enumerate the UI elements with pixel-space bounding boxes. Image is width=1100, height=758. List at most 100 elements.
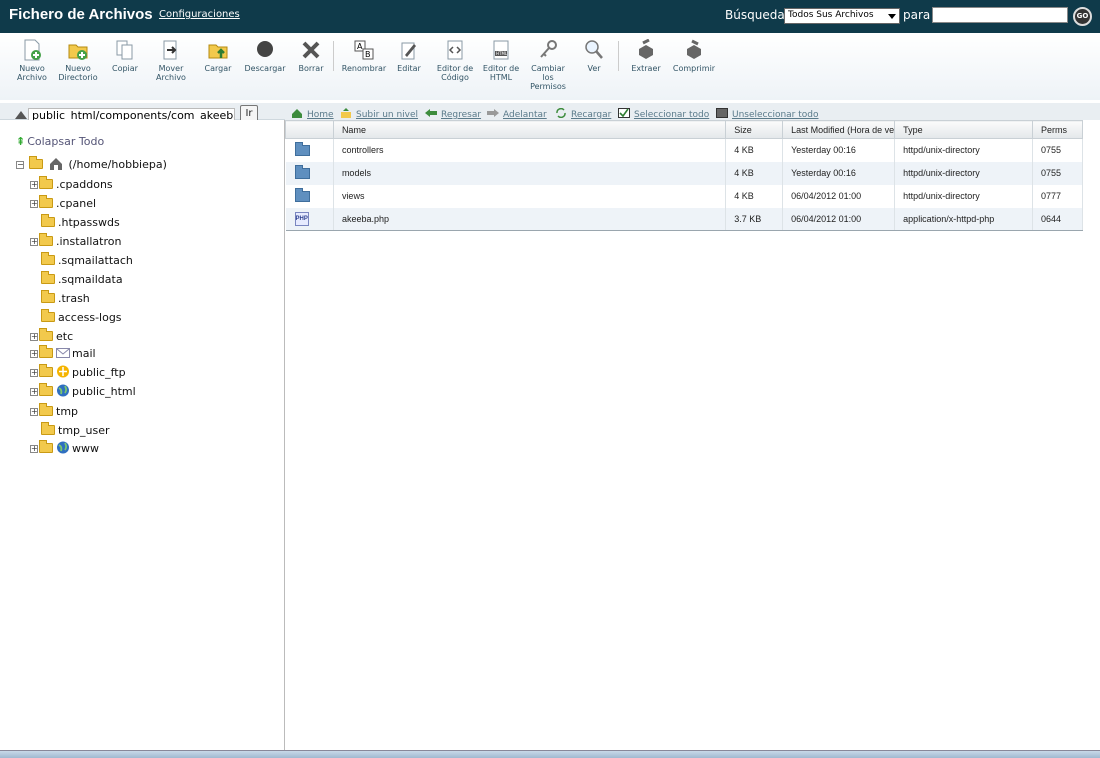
folder-icon: [39, 345, 53, 358]
perms-column-header[interactable]: Perms: [1032, 120, 1083, 139]
change-permissions-button[interactable]: Cambiar los Permisos: [527, 39, 569, 91]
name-cell[interactable]: akeeba.php: [333, 207, 727, 231]
upload-button[interactable]: Cargar: [201, 39, 235, 73]
go-button[interactable]: GO: [1073, 7, 1092, 26]
expand-toggle-icon[interactable]: +: [30, 388, 38, 396]
forward-link[interactable]: Adelantar: [487, 108, 547, 120]
tree-item-mail[interactable]: + mail: [30, 345, 96, 360]
tree-item-sqmaildata[interactable]: .sqmaildata: [41, 271, 123, 286]
perms-cell[interactable]: 0777: [1032, 184, 1083, 208]
table-row[interactable]: models 4 KB Yesterday 00:16 httpd/unix-d…: [285, 161, 1083, 185]
app-title: Fichero de Archivos: [9, 6, 153, 23]
home-link[interactable]: Home: [291, 108, 334, 120]
search-input[interactable]: [932, 7, 1068, 23]
folder-icon: [39, 440, 53, 453]
table-row[interactable]: controllers 4 KB Yesterday 00:16 httpd/u…: [285, 138, 1083, 162]
tree-item-cpaddons[interactable]: + .cpaddons: [30, 176, 113, 191]
size-column-header[interactable]: Size: [725, 120, 784, 139]
settings-link[interactable]: Configuraciones: [159, 9, 240, 20]
tree-item-tmp[interactable]: + tmp: [30, 403, 78, 418]
extract-button[interactable]: Extraer: [627, 39, 665, 73]
back-link[interactable]: Regresar: [425, 108, 481, 120]
expand-toggle-icon[interactable]: +: [30, 369, 38, 377]
tree-item-trash[interactable]: .trash: [41, 290, 90, 305]
copy-button[interactable]: Copiar: [108, 39, 142, 73]
new-file-button[interactable]: Nuevo Archivo: [13, 39, 51, 82]
type-column-header[interactable]: Type: [894, 120, 1033, 139]
tree-item-access-logs[interactable]: access-logs: [41, 309, 122, 324]
extract-icon: [639, 39, 653, 59]
name-cell[interactable]: views: [333, 184, 727, 208]
tree-item-sqmailattach[interactable]: .sqmailattach: [41, 252, 133, 267]
perms-cell[interactable]: 0644: [1032, 207, 1083, 231]
search-scope-select[interactable]: Todos Sus Archivos: [784, 8, 900, 24]
expand-toggle-icon[interactable]: +: [30, 350, 38, 358]
name-column-header[interactable]: Name: [332, 120, 727, 139]
folder-icon: [39, 176, 53, 189]
code-editor-icon: [447, 40, 463, 60]
collapse-toggle-icon[interactable]: −: [16, 161, 24, 169]
tree-item-etc[interactable]: + etc: [30, 328, 73, 343]
code-editor-label: Editor de Código: [436, 64, 474, 82]
delete-button[interactable]: Borrar: [295, 39, 327, 73]
tree-item-www[interactable]: + www: [30, 440, 99, 455]
type-cell: application/x-httpd-php: [894, 207, 1033, 231]
tree-item-label: .trash: [58, 292, 90, 305]
view-button[interactable]: Ver: [581, 39, 607, 73]
code-editor-button[interactable]: Editor de Código: [433, 39, 477, 82]
folder-tree: ⇞ Colapsar Todo − (/home/hobbiepa) + .cpad…: [0, 120, 285, 750]
table-row[interactable]: PHP akeeba.php 3.7 KB 06/04/2012 01:00 a…: [285, 207, 1083, 231]
expand-toggle-icon[interactable]: +: [30, 333, 38, 341]
table-header-row: Name Size Last Modified (Hora de ve Type…: [285, 120, 1083, 139]
download-button[interactable]: Descargar: [241, 39, 289, 73]
perms-cell[interactable]: 0755: [1032, 138, 1083, 162]
expand-toggle-icon[interactable]: +: [30, 200, 38, 208]
rename-button[interactable]: AB Renombrar: [340, 39, 388, 73]
para-label: para: [903, 8, 931, 22]
svg-text:HTML: HTML: [496, 51, 508, 56]
unselect-all-link[interactable]: Unseleccionar todo: [716, 108, 819, 120]
reload-label: Recargar: [571, 110, 612, 120]
delete-label: Borrar: [298, 64, 324, 73]
folder-icon: [41, 309, 55, 322]
folder-open-icon: [28, 156, 43, 169]
expand-toggle-icon[interactable]: +: [30, 408, 38, 416]
html-editor-button[interactable]: HTML Editor de HTML: [481, 39, 521, 82]
modified-cell: 06/04/2012 01:00: [782, 184, 896, 208]
icon-cell: [285, 138, 334, 162]
delete-icon: [302, 41, 320, 59]
name-cell[interactable]: controllers: [333, 138, 727, 162]
name-cell[interactable]: models: [333, 161, 727, 185]
edit-button[interactable]: Editar: [394, 39, 424, 73]
perms-cell[interactable]: 0755: [1032, 161, 1083, 185]
back-arrow-icon: [425, 109, 437, 117]
extract-label: Extraer: [631, 64, 661, 73]
compress-button[interactable]: Comprimir: [670, 39, 718, 73]
tree-item-htpasswds[interactable]: .htpasswds: [41, 214, 120, 229]
select-all-link[interactable]: Seleccionar todo: [618, 108, 709, 120]
globe-icon: [57, 441, 69, 454]
tree-root[interactable]: − (/home/hobbiepa): [16, 156, 167, 171]
move-file-button[interactable]: Mover Archivo: [152, 39, 190, 82]
table-row[interactable]: views 4 KB 06/04/2012 01:00 httpd/unix-d…: [285, 184, 1083, 208]
new-directory-button[interactable]: Nuevo Directorio: [56, 39, 100, 82]
tree-item-cpanel[interactable]: + .cpanel: [30, 195, 96, 210]
php-file-icon: PHP: [294, 211, 309, 226]
folder-icon: [39, 383, 53, 396]
tree-item-installatron[interactable]: + .installatron: [30, 233, 121, 248]
collapse-all-link[interactable]: ⇞ Colapsar Todo: [16, 135, 104, 148]
folder-icon: [41, 214, 55, 227]
folder-icon: [39, 195, 53, 208]
expand-toggle-icon[interactable]: +: [30, 238, 38, 246]
tree-item-public-html[interactable]: + public_html: [30, 383, 136, 398]
modified-column-header[interactable]: Last Modified (Hora de ve: [782, 120, 896, 139]
up-one-level-link[interactable]: Subir un nivel: [340, 108, 418, 120]
checkbox-empty-icon: [716, 108, 728, 118]
expand-toggle-icon[interactable]: +: [30, 445, 38, 453]
reload-link[interactable]: Recargar: [555, 108, 611, 120]
home-path-icon: [15, 111, 27, 119]
toolbar: Nuevo Archivo Nuevo Directorio Copiar Mo…: [0, 33, 1100, 100]
tree-item-public-ftp[interactable]: + public_ftp: [30, 364, 126, 379]
expand-toggle-icon[interactable]: +: [30, 181, 38, 189]
tree-item-tmp-user[interactable]: tmp_user: [41, 422, 110, 437]
